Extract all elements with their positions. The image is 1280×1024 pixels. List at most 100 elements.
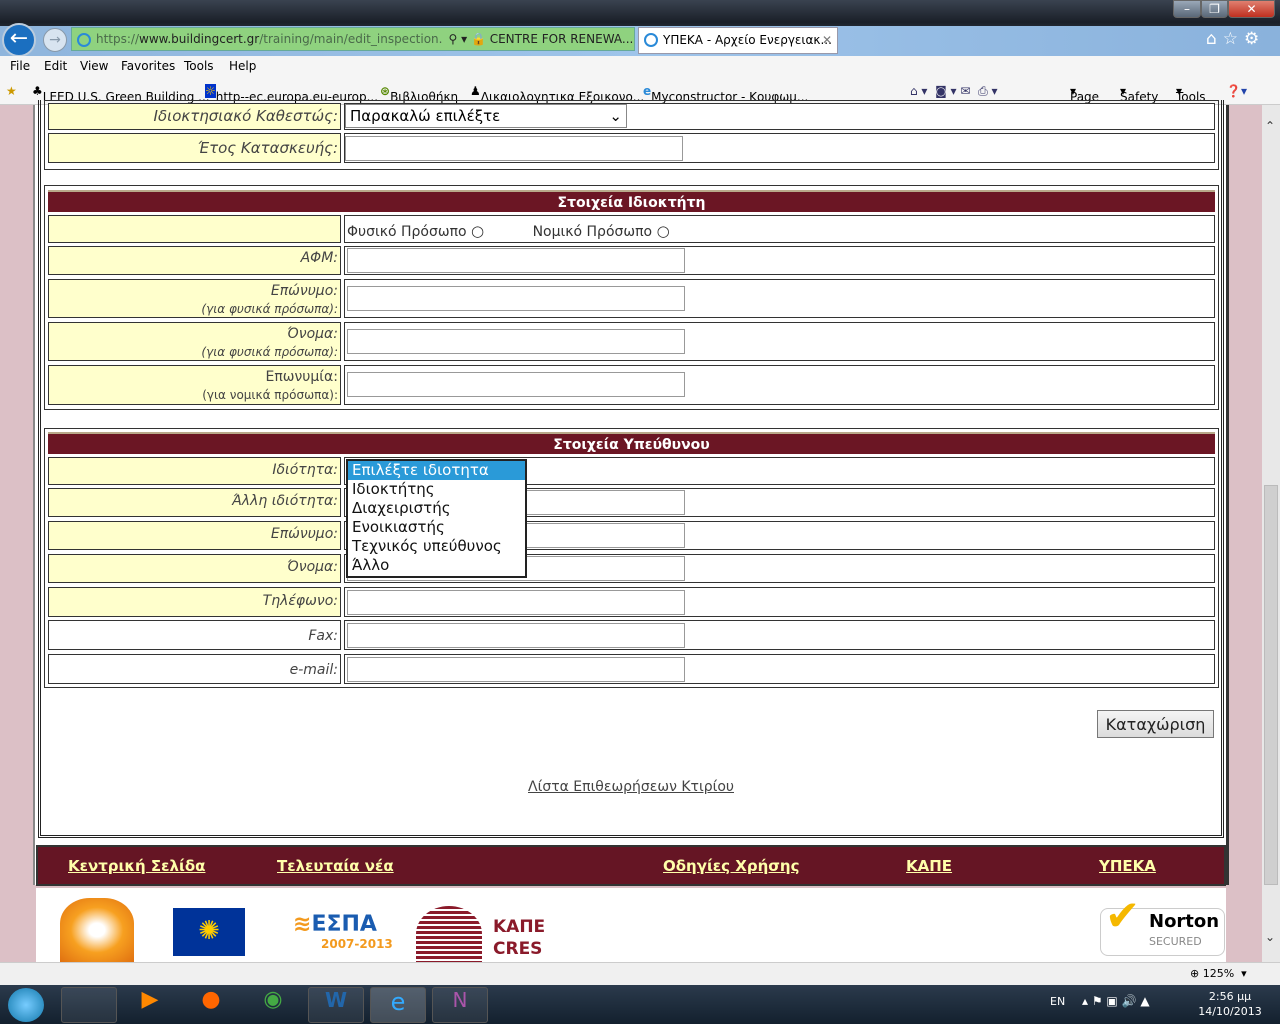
capacity-dropdown-list[interactable]: Επιλέξτε ιδιοτητα Ιδιοκτήτης Διαχειριστή… xyxy=(346,459,527,578)
capacity-option[interactable]: Ιδιοκτήτης xyxy=(348,480,525,499)
fax-label: Fax: xyxy=(48,620,341,650)
owner-name-input[interactable] xyxy=(347,329,685,354)
page-margin xyxy=(0,105,33,962)
ownership-select[interactable]: Παρακαλώ επιλέξτε ⌄ xyxy=(345,104,627,128)
restore-button[interactable]: ❐ xyxy=(1201,0,1228,18)
fav-docs[interactable]: ♟ Δικαιολογητικα Εξοικονο... xyxy=(470,84,644,104)
footer-link-news[interactable]: Τελευταία νέα xyxy=(277,857,394,875)
owner-surname-input[interactable] xyxy=(347,286,685,311)
fav-myconstructor[interactable]: e Myconstructor - Κουφωμ... xyxy=(643,84,808,104)
email-input[interactable] xyxy=(347,657,685,682)
inspection-list-link[interactable]: Λίστα Επιθεωρήσεων Κτιρίου xyxy=(0,779,1262,795)
explorer-taskbar-icon[interactable] xyxy=(61,987,117,1023)
year-cell xyxy=(344,133,1215,163)
start-button[interactable] xyxy=(8,988,44,1022)
owner-section-title: Στοιχεία Ιδιοκτήτη xyxy=(48,190,1215,212)
owner-name-label: Όνομα: (για φυσικά πρόσωπα): xyxy=(48,322,341,361)
capacity-option[interactable]: Επιλέξτε ιδιοτητα xyxy=(348,461,525,480)
ie-taskbar-icon[interactable]: e xyxy=(370,987,426,1023)
afm-cell xyxy=(344,246,1215,275)
resp-name-label: Όνομα: xyxy=(48,554,341,583)
radio-natural-person[interactable]: ○ xyxy=(471,222,484,240)
footer-link-kape[interactable]: ΚΑΠΕ xyxy=(906,857,952,875)
footer-link-home[interactable]: Κεντρική Σελίδα xyxy=(68,857,205,875)
ie-icon xyxy=(644,33,658,47)
resp-surname-label: Επώνυμο: xyxy=(48,521,341,550)
other-capacity-label: Άλλη ιδιότητα: xyxy=(48,488,341,517)
phone-input[interactable] xyxy=(347,590,685,615)
menu-file[interactable]: File xyxy=(10,59,30,73)
partner-logos: ✺ ≋ΕΣΠΑ 2007-2013 ΚΑΠΕ CRES ✔ Norton SECURED xyxy=(36,888,1226,962)
footer-link-ypeka[interactable]: ΥΠΕΚΑ xyxy=(1099,857,1156,875)
favorites-star-icon[interactable]: ★ xyxy=(6,84,17,98)
tray-icons[interactable]: ▴ ⚑ ▣ 🔊 ▲ xyxy=(1082,994,1150,1008)
menu-favorites[interactable]: Favorites xyxy=(121,59,175,73)
search-icon[interactable]: ⚲ ▾ xyxy=(448,32,467,46)
home-star-gear-icons[interactable]: ⌂☆⚙ xyxy=(1206,29,1265,49)
menu-edit[interactable]: Edit xyxy=(44,59,67,73)
back-button[interactable]: ← xyxy=(2,23,36,57)
company-input[interactable] xyxy=(347,372,685,397)
firefox-icon[interactable]: ● xyxy=(183,987,239,1023)
owner-name-cell xyxy=(344,322,1215,361)
fax-input[interactable] xyxy=(347,623,685,648)
save-button[interactable]: Καταχώριση xyxy=(1097,710,1214,738)
footer-nav: Κεντρική Σελίδα Τελευταία νέα Οδηγίες Χρ… xyxy=(36,845,1226,886)
forward-button[interactable]: → xyxy=(43,28,67,52)
help-icon[interactable]: ❓▾ xyxy=(1226,84,1247,98)
minimize-button[interactable]: – xyxy=(1173,0,1201,18)
kape-mark-logo xyxy=(416,906,482,962)
tab-active[interactable]: ΥΠΕΚΑ - Αρχείο Ενεργειακ... ✕ xyxy=(638,27,838,54)
fav-library[interactable]: ⊛ Βιβλιοθήκη xyxy=(380,84,458,104)
ownership-cell: Παρακαλώ επιλέξτε ⌄ xyxy=(344,103,1215,130)
taskbar: ▶ ● ◉ W e N EN ▴ ⚑ ▣ 🔊 ▲ 2:56 μμ 14/10/20… xyxy=(0,985,1280,1024)
language-indicator[interactable]: EN xyxy=(1050,995,1065,1008)
phone-label: Τηλέφωνο: xyxy=(48,587,341,617)
footer-link-guide[interactable]: Οδηγίες Χρήσης xyxy=(663,857,800,875)
phone-cell xyxy=(344,587,1215,617)
capacity-option[interactable]: Τεχνικός υπεύθυνος xyxy=(348,537,525,556)
owner-surname-cell xyxy=(344,279,1215,318)
command-tools[interactable]: Tools ▾ xyxy=(1176,84,1206,104)
menu-bar: File Edit View Favorites Tools Help xyxy=(0,56,1280,78)
chrome-icon[interactable]: ◉ xyxy=(245,987,301,1023)
espa-logo: ≋ΕΣΠΑ 2007-2013 xyxy=(293,912,393,951)
certificate-label[interactable]: CENTRE FOR RENEWA... xyxy=(490,32,634,46)
menu-help[interactable]: Help xyxy=(229,59,256,73)
lock-icon: 🔒 xyxy=(470,32,486,46)
scrollbar-thumb[interactable] xyxy=(1264,485,1278,885)
radio-legal-person[interactable]: ○ xyxy=(657,222,670,240)
command-safety[interactable]: Safety ▾ xyxy=(1120,84,1158,104)
chevron-down-icon: ⌄ xyxy=(609,107,622,125)
eu-flag-logo: ✺ xyxy=(173,908,245,956)
scroll-down-icon: ⌄ xyxy=(1265,930,1276,944)
capacity-option[interactable]: Διαχειριστής xyxy=(348,499,525,518)
menu-view[interactable]: View xyxy=(80,59,108,73)
year-label: Έτος Κατασκευής: xyxy=(48,133,341,163)
command-page[interactable]: Page ▾ xyxy=(1070,84,1099,104)
media-player-icon[interactable]: ▶ xyxy=(122,987,178,1023)
close-button[interactable]: ✕ xyxy=(1228,0,1275,18)
norton-secured-logo[interactable]: ✔ Norton SECURED xyxy=(1100,895,1225,956)
command-icons[interactable]: ⌂ ▾ ◙ ▾ ✉ ⎙ ▾ xyxy=(910,84,998,99)
vertical-scrollbar[interactable]: ⌃ ⌄ xyxy=(1262,105,1280,962)
owner-type-cell: Φυσικό Πρόσωπο ○ Νομικό Πρόσωπο ○ xyxy=(344,215,1215,243)
close-tab-icon[interactable]: ✕ xyxy=(822,28,832,53)
zoom-control[interactable]: ⊕ 125% ▾ xyxy=(1190,967,1247,980)
clock[interactable]: 2:56 μμ 14/10/2013 xyxy=(1195,989,1265,1019)
email-label: e-mail: xyxy=(48,654,341,684)
fav-leed[interactable]: ♣ LEED U.S. Green Building ... xyxy=(32,84,210,104)
fax-cell xyxy=(344,620,1215,650)
word-icon[interactable]: W xyxy=(308,987,364,1023)
capacity-option[interactable]: Άλλο xyxy=(348,556,525,575)
scroll-up-icon: ⌃ xyxy=(1265,119,1276,133)
fav-europa[interactable]: ☼ http--ec.europa.eu-europ... xyxy=(205,84,378,104)
company-label: Επωνυμία: (για νομικά πρόσωπα): xyxy=(48,365,341,405)
afm-input[interactable] xyxy=(347,248,685,273)
menu-tools[interactable]: Tools xyxy=(184,59,214,73)
address-bar[interactable]: https://www.buildingcert.gr/training/mai… xyxy=(71,27,635,51)
year-input[interactable] xyxy=(345,136,683,161)
capacity-option[interactable]: Ενοικιαστής xyxy=(348,518,525,537)
kape-cres-logo: ΚΑΠΕ CRES xyxy=(493,917,546,959)
onenote-icon[interactable]: N xyxy=(432,987,488,1023)
